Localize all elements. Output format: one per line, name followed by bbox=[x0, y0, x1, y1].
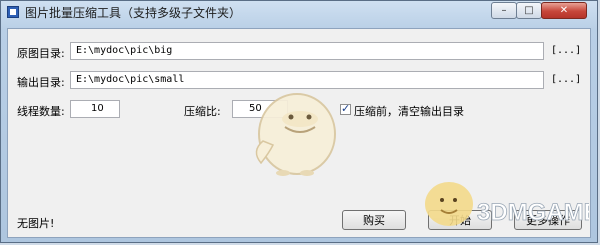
window-title: 图片批量压缩工具（支持多级子文件夹） bbox=[25, 6, 242, 20]
status-text: 无图片! bbox=[17, 217, 55, 230]
source-dir-input[interactable]: E:\mydoc\pic\big bbox=[70, 42, 544, 60]
source-browse-button[interactable]: [...] bbox=[551, 45, 581, 56]
app-window: 图片批量压缩工具（支持多级子文件夹） – □ ✕ 原图目录: E:\mydoc\… bbox=[0, 0, 598, 243]
close-button[interactable]: ✕ bbox=[541, 2, 587, 19]
threads-label: 线程数量: bbox=[17, 105, 65, 118]
output-dir-label: 输出目录: bbox=[17, 76, 65, 89]
more-actions-button[interactable]: 更多操作 bbox=[514, 210, 582, 230]
maximize-button[interactable]: □ bbox=[516, 2, 542, 19]
threads-input[interactable]: 10 bbox=[70, 100, 120, 118]
clear-output-label: 压缩前，清空输出目录 bbox=[354, 105, 464, 118]
output-browse-button[interactable]: [...] bbox=[551, 74, 581, 85]
app-icon bbox=[7, 6, 19, 18]
start-button[interactable]: 开始 bbox=[428, 210, 492, 230]
client-area: 原图目录: E:\mydoc\pic\big [...] 输出目录: E:\my… bbox=[7, 28, 591, 238]
buy-button[interactable]: 购买 bbox=[342, 210, 406, 230]
clear-output-checkbox[interactable]: ✓ bbox=[340, 102, 351, 115]
checkmark-icon: ✓ bbox=[341, 102, 351, 115]
title-bar[interactable]: 图片批量压缩工具（支持多级子文件夹） – □ ✕ bbox=[1, 1, 597, 25]
ratio-input[interactable]: 50 bbox=[232, 100, 288, 118]
ratio-label: 压缩比: bbox=[184, 105, 221, 118]
output-dir-input[interactable]: E:\mydoc\pic\small bbox=[70, 71, 544, 89]
source-dir-label: 原图目录: bbox=[17, 47, 65, 60]
minimize-button[interactable]: – bbox=[491, 2, 517, 19]
